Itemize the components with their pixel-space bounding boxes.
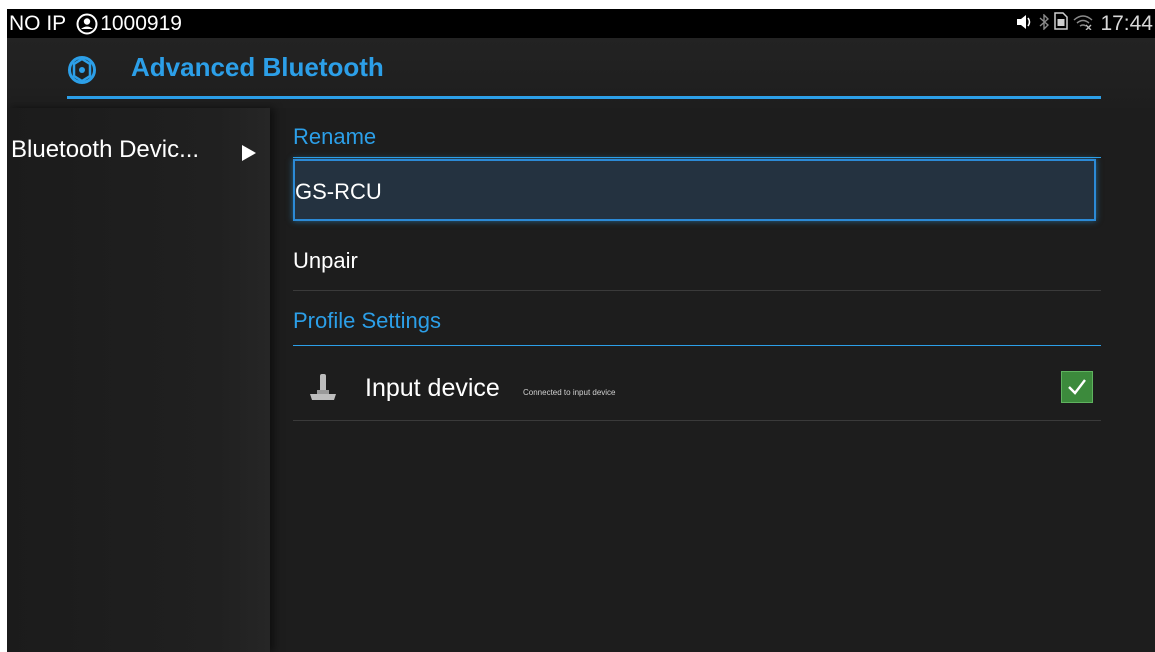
status-left: NO IP 1000919 [9,12,182,36]
app-header: Advanced Bluetooth [7,38,1155,108]
section-divider [293,157,1101,158]
rename-field[interactable]: GS-RCU [293,159,1096,221]
input-device-checkbox[interactable] [1061,371,1093,403]
section-header-rename: Rename [293,124,377,149]
account-number: 1000919 [100,12,182,35]
profile-subtitle: Connected to input device [523,388,616,397]
section-header-profile-settings: Profile Settings [293,308,441,333]
settings-globe-icon[interactable] [67,55,97,85]
sim-icon [1054,12,1073,36]
wifi-icon [1073,12,1098,36]
profile-title: Input device [365,374,500,402]
clock: 17:44 [1100,12,1153,35]
bluetooth-icon [1039,12,1054,36]
header-divider [67,96,1101,99]
play-arrow-icon [238,142,260,164]
section-divider [293,345,1101,346]
screen: NO IP 1000919 17:44 Advanced Bluetooth B… [7,9,1155,652]
status-bar: NO IP 1000919 17:44 [7,9,1155,38]
sidebar: Bluetooth Devic... [7,108,270,652]
ip-status: NO IP [9,12,67,35]
joystick-icon [307,372,339,402]
sidebar-item-bluetooth-device[interactable]: Bluetooth Devic... [7,136,270,176]
unpair-button[interactable]: Unpair [293,232,1101,290]
account-icon [76,13,98,35]
volume-icon [1016,12,1039,36]
row-divider [293,420,1101,421]
status-right: 17:44 [1016,12,1153,36]
page-title: Advanced Bluetooth [131,52,384,82]
profile-item-input-device[interactable]: Input device Connected to input device [293,356,1101,420]
row-divider [293,290,1101,291]
sidebar-item-label: Bluetooth Devic... [11,136,200,163]
